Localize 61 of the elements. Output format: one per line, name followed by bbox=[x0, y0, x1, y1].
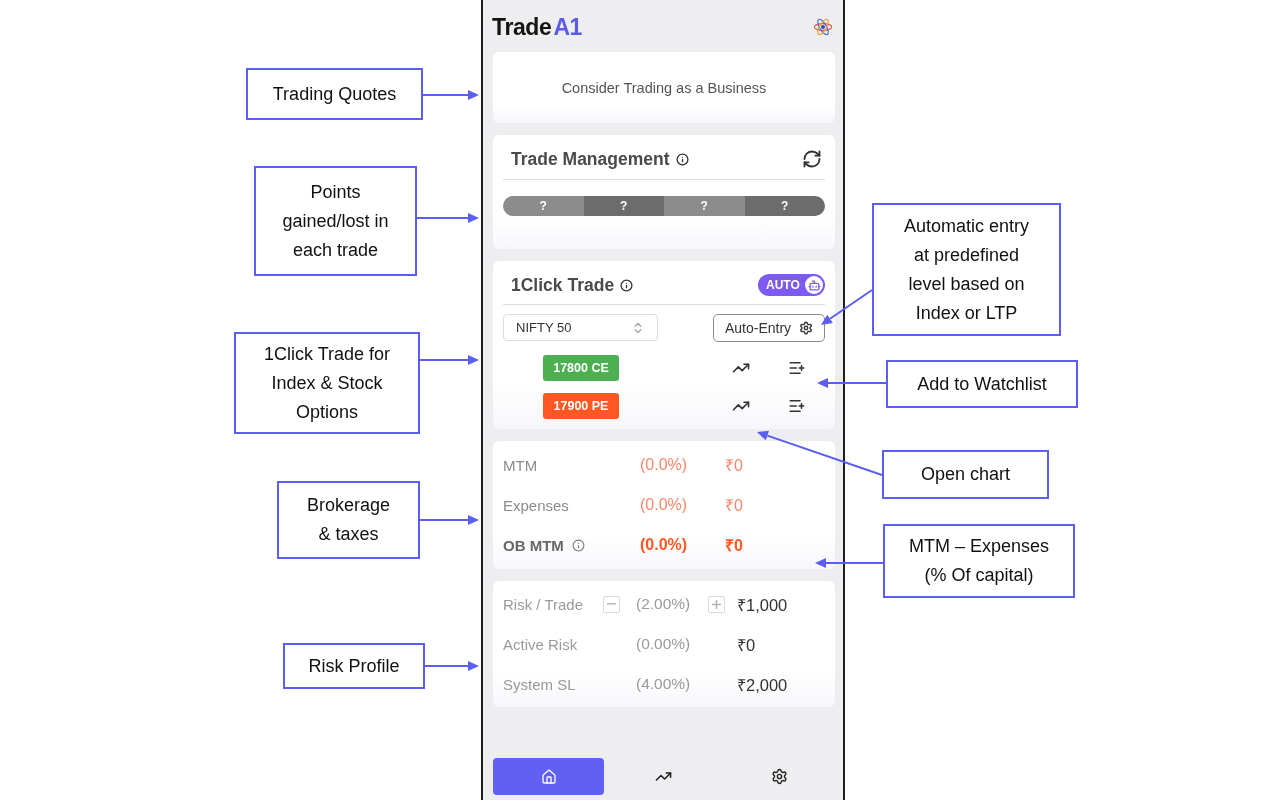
annotation-callout: 1Click Trade for Index & Stock Options bbox=[234, 332, 420, 434]
auto-entry-button[interactable]: Auto-Entry bbox=[713, 314, 825, 342]
robot-icon bbox=[805, 276, 823, 294]
annotation-callout: Open chart bbox=[882, 450, 1049, 499]
row-label: Active Risk bbox=[503, 635, 579, 653]
app-logo: TradeA1 bbox=[492, 13, 582, 41]
annotation-callout: Add to Watchlist bbox=[886, 360, 1078, 408]
row-amount: ₹0 bbox=[725, 456, 744, 476]
refresh-icon[interactable] bbox=[802, 149, 822, 169]
auto-toggle[interactable]: AUTO bbox=[758, 274, 825, 296]
callout-arrow bbox=[424, 661, 479, 671]
annotation-callout: Brokerage & taxes bbox=[277, 481, 420, 559]
annotation-callout: Points gained/lost in each trade bbox=[254, 166, 417, 276]
info-icon[interactable] bbox=[675, 152, 689, 166]
annotation-callout: Automatic entry at predefined level based on Index or LTP bbox=[872, 203, 1061, 336]
row-amount: ₹2,000 bbox=[737, 674, 789, 696]
row-amount: ₹0 bbox=[737, 634, 757, 656]
option-button[interactable]: 17900 PE bbox=[543, 393, 619, 419]
nav-button[interactable] bbox=[493, 758, 605, 795]
row-percent: (4.00%) bbox=[636, 675, 692, 693]
row-label: MTM bbox=[503, 456, 538, 474]
row-amount: ₹1,000 bbox=[737, 594, 789, 616]
points-segment: ? bbox=[583, 196, 664, 216]
card-title: 1Click Trade bbox=[511, 274, 615, 296]
callout-arrow bbox=[821, 289, 873, 325]
row-label: Expenses bbox=[503, 496, 569, 514]
list-add-icon[interactable] bbox=[788, 359, 806, 377]
points-segment: ? bbox=[664, 196, 745, 216]
points-segment: ? bbox=[744, 196, 825, 216]
option-button[interactable]: 17800 CE bbox=[543, 355, 619, 381]
info-icon[interactable] bbox=[620, 278, 634, 292]
row-percent: (0.0%) bbox=[640, 536, 689, 554]
card-title: Trade Management bbox=[511, 148, 670, 170]
plus-icon bbox=[712, 599, 721, 609]
callout-arrow bbox=[416, 213, 479, 223]
annotation-callout: Trading Quotes bbox=[246, 68, 423, 120]
points-segment: ? bbox=[503, 196, 584, 216]
callout-arrow bbox=[419, 515, 479, 525]
list-add-icon[interactable] bbox=[788, 397, 806, 415]
home-icon bbox=[540, 768, 557, 785]
row-percent: (0.0%) bbox=[640, 496, 689, 514]
atom-icon[interactable] bbox=[813, 17, 833, 37]
minus-icon bbox=[607, 603, 616, 605]
trading-quote: Consider Trading as a Business bbox=[561, 79, 767, 96]
callout-arrow bbox=[817, 378, 887, 388]
row-amount: ₹0 bbox=[725, 536, 744, 556]
index-select[interactable]: NIFTY 50 bbox=[503, 314, 658, 341]
row-amount: ₹0 bbox=[725, 496, 744, 516]
row-label: OB MTM bbox=[503, 536, 564, 554]
row-percent: (2.00%) bbox=[636, 595, 692, 613]
settings-icon bbox=[770, 768, 788, 785]
callout-arrow bbox=[815, 558, 884, 568]
settings-icon bbox=[799, 321, 814, 335]
callout-arrow bbox=[419, 355, 479, 365]
row-label: Risk / Trade bbox=[503, 595, 585, 613]
row-percent: (0.0%) bbox=[640, 456, 689, 474]
row-percent: (0.00%) bbox=[636, 635, 692, 653]
row-label: System SL bbox=[503, 675, 577, 693]
annotation-callout: MTM – Expenses (% Of capital) bbox=[883, 524, 1075, 598]
callout-arrow bbox=[422, 90, 479, 100]
annotation-callout: Risk Profile bbox=[283, 643, 425, 689]
